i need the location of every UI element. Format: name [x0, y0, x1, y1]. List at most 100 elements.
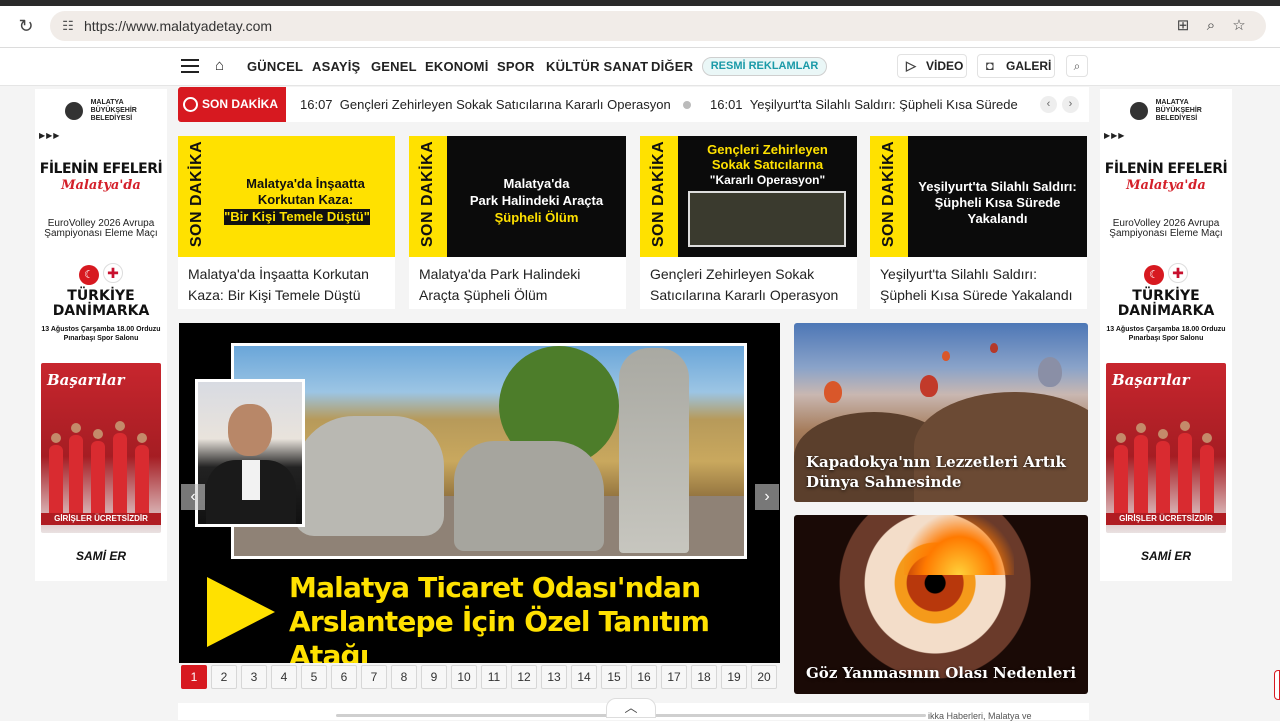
video-label: VİDEO [926, 59, 964, 73]
reload-icon[interactable]: ↻ [16, 16, 36, 36]
cappadocia-news-tile[interactable]: Kapadokya'nın Lezzetleri Artık Dünya Sah… [794, 323, 1088, 502]
news-card[interactable]: SON DAKİKA Yeşilyurt'ta Silahlı Saldırı:… [870, 136, 1087, 309]
slider-prev-button[interactable]: ‹ [181, 484, 205, 510]
ad-date: 13 Ağustos Çarşamba 18.00 Orduzu Pınarba… [1106, 326, 1226, 342]
left-side-ad[interactable]: MALATYA BÜYÜKŞEHİR BELEDİYESİ ▶▶▶ FİLENİN … [35, 89, 167, 581]
ticker-prev-button[interactable]: ‹ [1040, 96, 1057, 113]
ad-arrows: ▶▶▶ [39, 131, 61, 140]
card-title[interactable]: Malatya'da İnşaatta Korkutan Kaza: Bir K… [188, 264, 388, 306]
page-button[interactable]: 19 [721, 665, 747, 689]
turkey-flag-icon: ☾ [79, 265, 99, 285]
municipality-logo: MALATYA BÜYÜKŞEHİR BELEDİYESİ [1100, 99, 1232, 123]
emblem-icon [1130, 102, 1149, 120]
news-card[interactable]: SON DAKİKA Malatya'da İnşaatta Korkutan … [178, 136, 395, 309]
card-title[interactable]: Malatya'da Park Halindeki Araçta Şüpheli… [419, 264, 619, 306]
ticker-item[interactable]: 16:01 Yeşilyurt'ta Silahlı Saldırı: Şüph… [710, 97, 1020, 112]
card-image: SON DAKİKA Yeşilyurt'ta Silahlı Saldırı:… [870, 136, 1087, 257]
municipality-logo: MALATYA BÜYÜKŞEHİR BELEDİYESİ [35, 99, 167, 123]
side-widget-tab[interactable] [1274, 670, 1280, 700]
ad-subtitle: Malatya'da [1126, 178, 1206, 193]
ad-sponsor: SAMİ ER [1140, 549, 1191, 563]
ad-match: TÜRKİYE DANİMARKA [52, 288, 150, 319]
page-button[interactable]: 6 [331, 665, 357, 689]
news-card[interactable]: SON DAKİKA Gençleri Zehirleyen Sokak Sat… [640, 136, 857, 309]
play-circle-icon: ▷ [906, 58, 916, 73]
page-button[interactable]: 20 [751, 665, 777, 689]
page-button[interactable]: 12 [511, 665, 537, 689]
hero-title[interactable]: Malatya Ticaret Odası'ndan Arslantepe İçi… [289, 571, 769, 663]
ad-event: EuroVolley 2026 Avrupa Şampiyonası Eleme… [1109, 218, 1223, 239]
ad-match: TÜRKİYE DANİMARKA [1117, 288, 1215, 319]
chevron-up-icon[interactable]: ︿ [606, 698, 656, 718]
ad-team-photo: Başarılar GİRİŞLER ÜCRETSİZDİR [1106, 363, 1226, 533]
ticker-next-button[interactable]: › [1062, 96, 1079, 113]
ad-date: 13 Ağustos Çarşamba 18.00 Orduzu Pınarba… [41, 326, 161, 342]
gallery-label: GALERİ [1006, 59, 1052, 73]
page-button[interactable]: 18 [691, 665, 717, 689]
page-button[interactable]: 14 [571, 665, 597, 689]
browser-toolbar: ↻ ☷ https://www.malatyadetay.com ⊞ ⌕ ☆ [0, 6, 1280, 48]
ad-subtitle: Malatya'da [61, 178, 141, 193]
hero-slider[interactable]: Malatya Ticaret Odası'ndan Arslantepe İçi… [179, 323, 780, 663]
slider-next-button[interactable]: › [755, 484, 779, 510]
site-settings-icon[interactable]: ☷ [60, 18, 76, 34]
page-button[interactable]: 13 [541, 665, 567, 689]
page-button[interactable]: 5 [301, 665, 327, 689]
page-button[interactable]: 4 [271, 665, 297, 689]
page-button[interactable]: 11 [481, 665, 507, 689]
address-bar[interactable]: ☷ https://www.malatyadetay.com ⊞ ⌕ ☆ [50, 11, 1266, 41]
camera-icon: ◘ [986, 58, 994, 73]
ad-title: FİLENİN EFELERİ [1104, 161, 1228, 177]
tile-title[interactable]: Kapadokya'nın Lezzetleri Artık Dünya Sah… [806, 452, 1082, 492]
home-icon[interactable]: ⌂ [215, 57, 224, 74]
ad-flags: ☾ ✚ [1100, 263, 1232, 285]
card-title[interactable]: Yeşilyurt'ta Silahlı Saldırı: Şüpheli Kı… [880, 264, 1080, 306]
nav-item-spor[interactable]: SPOR [497, 59, 535, 74]
clock-icon [183, 97, 198, 112]
page-button[interactable]: 9 [421, 665, 447, 689]
eye-news-tile[interactable]: Göz Yanmasının Olası Nedenleri [794, 515, 1088, 694]
nav-item-kultur-sanat[interactable]: KÜLTÜR SANAT [546, 59, 648, 74]
ad-sponsor: SAMİ ER [75, 549, 126, 563]
page-button[interactable]: 15 [601, 665, 627, 689]
resmi-reklamlar-button[interactable]: RESMİ REKLAMLAR [702, 57, 827, 76]
video-button[interactable]: ▷ VİDEO [897, 54, 967, 78]
page-button[interactable]: 7 [361, 665, 387, 689]
nav-item-ekonomi[interactable]: EKONOMİ [425, 59, 489, 74]
page-button[interactable]: 16 [631, 665, 657, 689]
hero-portrait [195, 379, 305, 527]
card-image: SON DAKİKA Gençleri Zehirleyen Sokak Sat… [640, 136, 857, 257]
gallery-button[interactable]: ◘ GALERİ [977, 54, 1055, 78]
tile-title[interactable]: Göz Yanmasının Olası Nedenleri [806, 663, 1082, 683]
card-image: SON DAKİKA Malatya'da Park Halindeki Ara… [409, 136, 626, 257]
ad-event: EuroVolley 2026 Avrupa Şampiyonası Eleme… [44, 218, 158, 239]
ad-title: FİLENİN EFELERİ [39, 161, 163, 177]
ticker-item[interactable]: 16:07 Gençleri Zehirleyen Sokak Satıcıla… [300, 97, 671, 112]
slider-pagination: 1 2 3 4 5 6 7 8 9 10 11 12 13 14 15 16 1… [181, 665, 781, 689]
nav-item-asayis[interactable]: ASAYİŞ [312, 59, 360, 74]
right-side-ad[interactable]: MALATYA BÜYÜKŞEHİR BELEDİYESİ ▶▶▶ FİLENİN … [1100, 89, 1232, 581]
nav-item-genel[interactable]: GENEL [371, 59, 417, 74]
play-triangle-icon [207, 577, 275, 647]
card-image: SON DAKİKA Malatya'da İnşaatta Korkutan … [178, 136, 395, 257]
page-button[interactable]: 2 [211, 665, 237, 689]
ad-flags: ☾ ✚ [35, 263, 167, 285]
page-button[interactable]: 3 [241, 665, 267, 689]
url-text[interactable]: https://www.malatyadetay.com [84, 18, 272, 34]
site-navigation: ⌂ GÜNCEL ASAYİŞ GENEL EKONOMİ SPOR KÜLTÜ… [0, 48, 1280, 86]
page-button[interactable]: 8 [391, 665, 417, 689]
page-button[interactable]: 1 [181, 665, 207, 689]
nav-item-diger[interactable]: DİĞER [651, 59, 693, 74]
search-icon[interactable]: ⌕ [1066, 55, 1088, 77]
news-card[interactable]: SON DAKİKA Malatya'da Park Halindeki Ara… [409, 136, 626, 309]
page-button[interactable]: 10 [451, 665, 477, 689]
card-title[interactable]: Gençleri Zehirleyen Sokak Satıcılarına K… [650, 264, 850, 306]
zoom-icon[interactable]: ⌕ [1202, 17, 1220, 35]
bookmark-star-icon[interactable]: ☆ [1230, 17, 1248, 35]
page-button[interactable]: 17 [661, 665, 687, 689]
nav-item-guncel[interactable]: GÜNCEL [247, 59, 303, 74]
emblem-icon [65, 102, 84, 120]
install-app-icon[interactable]: ⊞ [1174, 17, 1192, 35]
hamburger-menu-icon[interactable] [181, 59, 199, 73]
seized-items-photo [688, 191, 846, 247]
